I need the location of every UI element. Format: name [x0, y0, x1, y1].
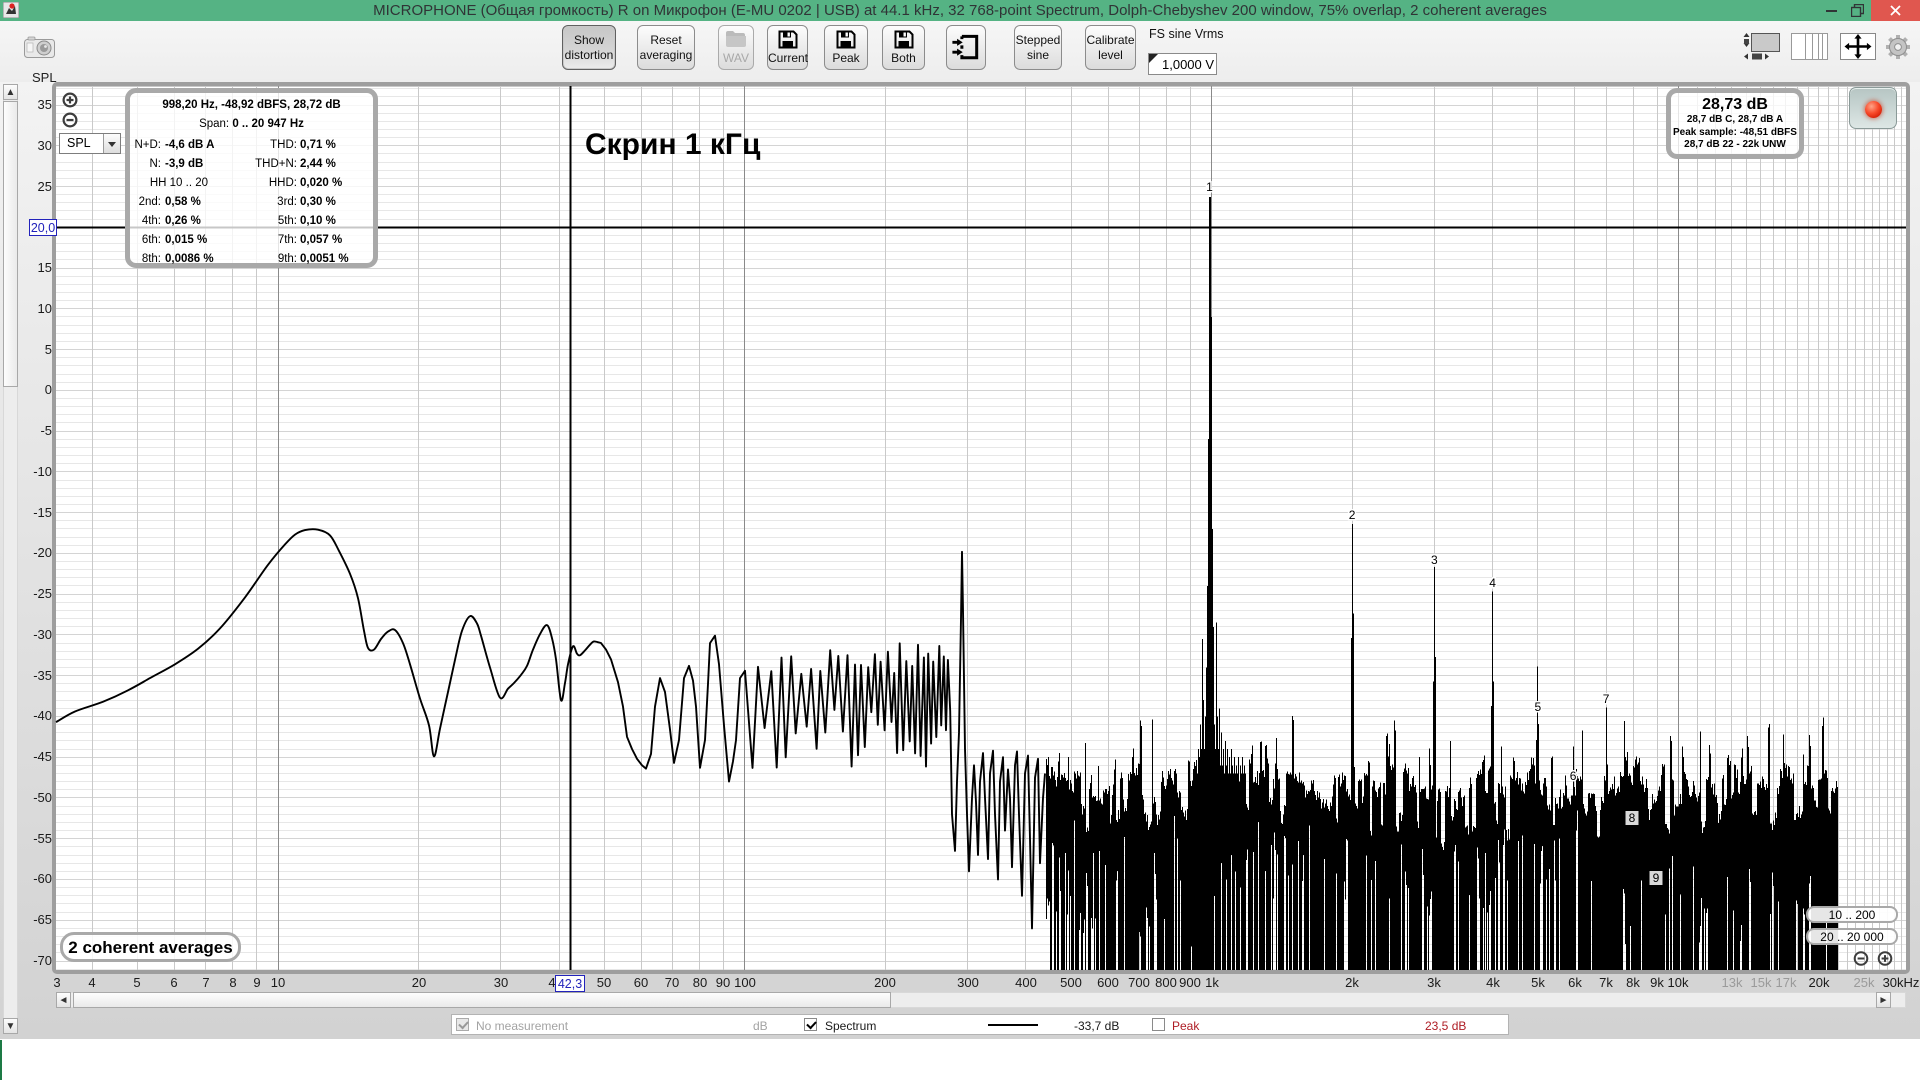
svg-text:7: 7: [1603, 692, 1610, 706]
svg-text:4: 4: [1489, 576, 1496, 590]
svg-text:5: 5: [1535, 700, 1542, 714]
svg-text:8: 8: [1629, 811, 1636, 825]
svg-text:6: 6: [1570, 769, 1577, 783]
svg-text:1: 1: [1206, 180, 1213, 194]
svg-text:2: 2: [1349, 508, 1356, 522]
svg-text:3: 3: [1431, 553, 1438, 567]
svg-text:9: 9: [1653, 871, 1660, 885]
